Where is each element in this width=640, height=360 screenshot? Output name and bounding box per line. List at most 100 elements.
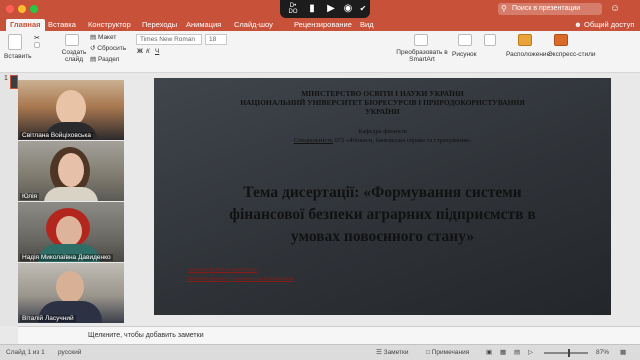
slide-thumbnails-panel: 1 [0,73,18,326]
create-slide-button-label[interactable]: Создать слайд [60,49,88,63]
specialty-label: Спеціальність [293,137,333,144]
comments-toggle-button[interactable]: □ Примечания [426,345,469,360]
arrange-button-label[interactable]: Расположение [506,51,550,58]
thesis-title-line-2: фінансової безпеки аграрних підприємств … [229,206,536,223]
minimize-window-button[interactable] [18,5,26,13]
font-size-select[interactable]: 18 [205,34,227,45]
slide-thumbnail[interactable] [10,75,18,89]
notes-pane[interactable]: Щелкните, чтобы добавить заметки [18,326,640,344]
department-name: Кафедра фінансів [358,128,407,135]
slideshow-view-icon[interactable]: ▷ [528,345,533,360]
reset-label: Сбросить [97,45,127,52]
quick-styles-icon[interactable] [554,34,568,46]
title-bar: D• DO ▮ ▶ ◉ ✔ ⚲ Поиск в презентации ☺ [0,0,640,18]
participant-face [58,153,84,187]
notes-toggle-label: Заметки [383,349,409,356]
participant-video[interactable]: Світлана Войціховська [18,80,124,140]
comments-toggle-label: Примечания [431,349,470,356]
zoom-meeting-controls: D• DO ▮ ▶ ◉ ✔ [280,0,370,18]
participant-name: Юлія [20,193,40,200]
status-bar: Слайд 1 из 1 русский ☰ Заметки □ Примеча… [0,344,640,360]
tab-insert[interactable]: Вставка [44,19,80,31]
tab-animations[interactable]: Анимация [182,19,225,31]
arrange-icon[interactable] [518,34,532,46]
ministry-heading: МІНІСТЕРСТВО ОСВІТИ І НАУКИ УКРАЇНИ [301,89,464,98]
search-icon: ⚲ [501,4,507,13]
tab-home[interactable]: Главная [6,19,45,31]
aspirant-label: Аспірант: [188,268,209,273]
record-icon[interactable]: ◉ [342,3,354,15]
share-label: Общий доступ [583,20,635,29]
fit-slide-icon[interactable]: ▩ [620,345,626,360]
language-indicator[interactable]: русский [58,345,81,360]
participant-name: Світлана Войціховська [20,132,94,139]
share-button[interactable]: ☻ Общий доступ [574,19,634,31]
slide-counter: Слайд 1 из 1 [6,349,45,356]
zoom-slider[interactable] [544,349,588,357]
thumbnail-number: 1 [4,75,8,82]
microphone-icon[interactable]: ▮ [306,3,318,15]
sorter-view-icon[interactable]: ▦ [500,345,506,360]
thesis-title-line-3: умовах повоєнного стану» [290,228,475,245]
thesis-title-line-1: Тема дисертації: «Формування системи [243,184,522,201]
font-name-select[interactable]: Times New Roman [136,34,202,45]
participant-video[interactable]: Віталій Ласучний [18,263,124,323]
smartart-icon[interactable] [414,34,428,46]
share-screen-icon[interactable]: ✔ [358,3,368,15]
bold-button[interactable]: Ж [137,48,143,55]
country-heading: УКРАЇНИ [365,107,400,116]
specialty-value: 072 «Фінанси, банківська справа та страх… [334,137,472,144]
zoom-slider-knob[interactable] [568,349,570,357]
normal-view-icon[interactable]: ▣ [486,345,492,360]
reading-view-icon[interactable]: ▤ [514,345,520,360]
participant-clothes [44,187,98,201]
tab-design[interactable]: Конструктор [84,19,135,31]
supervisor-name: Давиденко Надія Миколаївна [230,277,294,282]
close-window-button[interactable] [6,5,14,13]
underline-button[interactable]: Ч [155,48,159,55]
paste-button-label[interactable]: Вставить [4,53,32,60]
tab-review[interactable]: Рецензирование [290,19,356,31]
picture-button-label[interactable]: Рисунок [452,51,477,58]
paste-icon[interactable] [8,34,22,50]
tab-view[interactable]: Вид [356,19,378,31]
university-heading: НАЦІОНАЛЬНИЙ УНІВЕРСИТЕТ БІОРЕСУРСІВ І П… [240,98,525,107]
device-icon[interactable]: D• DO [286,3,300,15]
participant-video[interactable]: Надія Миколаївна Давиденко [18,202,124,262]
layout-button[interactable]: ▤ Макет [90,33,116,41]
convert-smartart-button-label[interactable]: Преобразовать в SmartArt [396,49,448,63]
participant-face [56,271,84,303]
participant-video[interactable]: Юлія [18,141,124,201]
shapes-icon[interactable] [484,34,496,46]
tab-transitions[interactable]: Переходы [138,19,181,31]
aspirant-line: Аспірант: Коробільський Віктор [188,268,257,273]
layout-label: Макет [97,34,117,41]
cut-icon[interactable]: ✂ [34,34,42,42]
ribbon-tabs: Главная Вставка Конструктор Переходы Ани… [0,18,640,31]
reset-button[interactable]: ↺ Сбросить [90,44,126,52]
tab-slideshow[interactable]: Слайд-шоу [230,19,277,31]
quick-styles-button-label[interactable]: Экспресс-стили [548,51,596,58]
italic-button[interactable]: К [146,48,150,55]
notes-placeholder: Щелкните, чтобы добавить заметки [88,332,204,339]
participant-name: Надія Миколаївна Давиденко [20,254,113,261]
picture-icon[interactable] [458,34,472,46]
participant-name: Віталій Ласучний [20,315,76,322]
aspirant-name: Коробільський Віктор [210,268,258,273]
section-label: Раздел [97,56,120,63]
new-slide-icon[interactable] [65,34,79,46]
slide-canvas[interactable]: МІНІСТЕРСТВО ОСВІТИ І НАУКИ УКРАЇНИ НАЦІ… [154,78,611,315]
supervisor-line: Науковий керівник: Давиденко Надія Микол… [188,277,293,282]
video-camera-icon[interactable]: ▶ [324,3,338,15]
search-placeholder: Поиск в презентации [512,5,581,12]
participant-face [56,90,86,126]
section-button[interactable]: ▤ Раздел [90,55,119,63]
copy-icon[interactable] [34,42,40,48]
smiley-icon[interactable]: ☺ [610,3,620,14]
maximize-window-button[interactable] [30,5,38,13]
notes-toggle-button[interactable]: ☰ Заметки [376,345,409,360]
ribbon-toolbar: Вставить ✂ Создать слайд ▤ Макет ↺ Сброс… [0,31,640,73]
search-input[interactable]: ⚲ Поиск в презентации [498,3,602,15]
supervisor-label: Науковий керівник: [188,277,230,282]
zoom-level[interactable]: 87% [596,345,609,360]
